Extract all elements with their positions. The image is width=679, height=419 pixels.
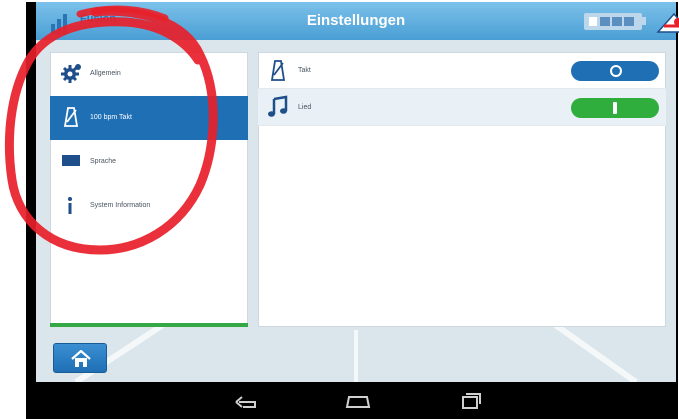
takt-toggle-switch[interactable] [571,61,659,81]
home-nav-icon[interactable] [343,390,373,412]
flag-icon [62,155,80,166]
house-icon [71,350,91,367]
sidebar-item-label: Sprache [90,158,117,165]
back-icon[interactable] [231,390,261,412]
sidebar-item-takt[interactable]: 100 bpm Takt [50,96,248,140]
lied-toggle-switch[interactable] [571,98,659,118]
setting-row-takt: Takt [258,52,666,89]
screenshot-frame: Fusion Einstellungen Allgemein 100 bpm T… [0,0,679,419]
gear-icon [61,64,81,83]
battery-cap [642,17,646,25]
android-navigation-bar [26,382,678,419]
brand-logo-icon [656,12,679,33]
setting-row-lied: Lied [258,89,666,126]
toggle-knob-off [610,65,622,77]
sidebar-accent-bar [50,323,248,327]
sidebar-item-label: System Information [90,202,151,209]
metronome-icon [63,107,79,127]
setting-label: Takt [298,67,311,74]
toggle-knob-on [613,102,617,114]
sidebar-item-label: 100 bpm Takt [90,114,132,121]
sidebar-item-allgemein[interactable]: Allgemein [50,52,248,96]
sidebar-item-label: Allgemein [90,70,121,77]
app-header: Fusion Einstellungen [36,2,679,40]
sidebar-item-system-information[interactable]: System Information [50,184,248,228]
battery-icon [584,13,642,30]
music-note-icon [268,95,288,117]
page-title: Einstellungen [306,12,406,29]
metronome-icon [270,60,286,81]
recents-icon[interactable] [455,390,485,412]
home-button[interactable] [53,343,107,373]
setting-label: Lied [298,104,312,111]
info-icon [68,197,72,214]
sidebar-item-sprache[interactable]: Sprache [50,140,248,184]
